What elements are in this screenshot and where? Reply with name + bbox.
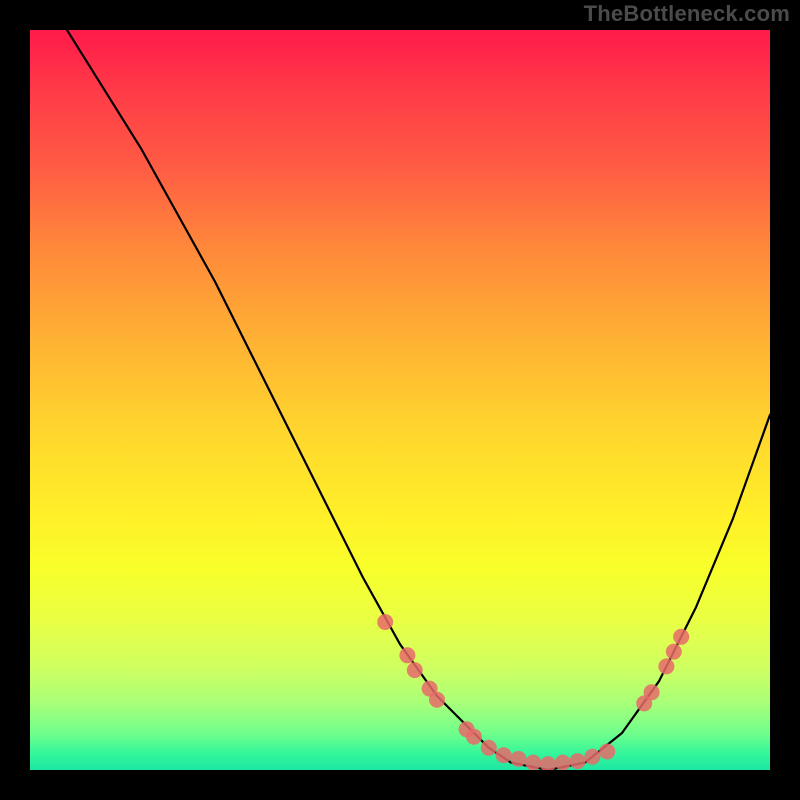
- data-point: [377, 614, 393, 630]
- data-points: [377, 614, 689, 770]
- data-point: [666, 644, 682, 660]
- chart-container: TheBottleneck.com: [0, 0, 800, 800]
- data-point: [466, 729, 482, 745]
- data-point: [673, 629, 689, 645]
- data-point: [540, 756, 556, 770]
- data-point: [399, 647, 415, 663]
- plot-area: [30, 30, 770, 770]
- data-point: [644, 684, 660, 700]
- attribution-text: TheBottleneck.com: [584, 0, 790, 28]
- data-point: [496, 747, 512, 763]
- data-point: [525, 755, 541, 770]
- data-point: [570, 753, 586, 769]
- data-point: [658, 658, 674, 674]
- data-point: [510, 751, 526, 767]
- data-point: [599, 744, 615, 760]
- data-point: [429, 692, 445, 708]
- data-point: [555, 755, 571, 770]
- data-point: [407, 662, 423, 678]
- data-point: [584, 749, 600, 765]
- chart-svg: [30, 30, 770, 770]
- data-point: [481, 740, 497, 756]
